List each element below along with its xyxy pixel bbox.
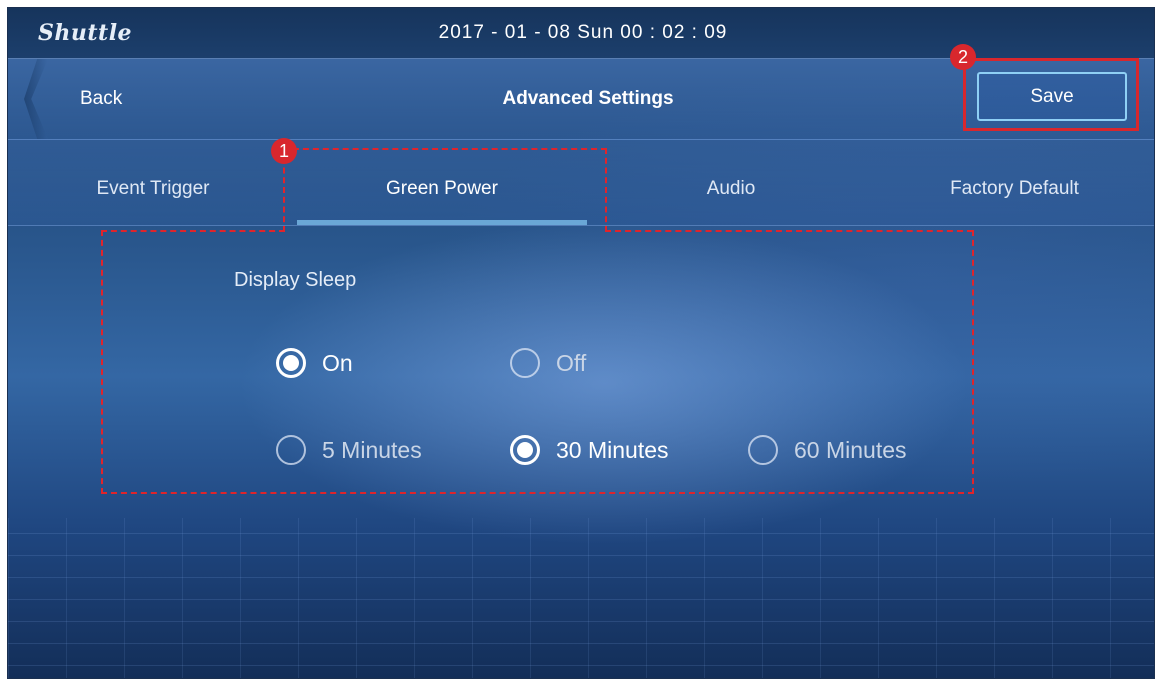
- background-grid: [8, 518, 1154, 678]
- annotation-tab-outline: [283, 148, 607, 232]
- tab-label: Audio: [706, 178, 756, 199]
- tab-label: Event Trigger: [96, 178, 210, 199]
- page-title: Advanced Settings: [502, 88, 674, 109]
- tab-event-trigger[interactable]: Event Trigger: [8, 139, 298, 225]
- back-button[interactable]: Back: [24, 59, 274, 139]
- tab-factory-default[interactable]: Factory Default: [875, 139, 1154, 225]
- tab-audio[interactable]: Audio: [586, 139, 876, 225]
- back-arrow-icon: [24, 59, 48, 139]
- tab-label: Factory Default: [950, 178, 1079, 199]
- callout-badge-1: 1: [271, 138, 297, 164]
- back-button-label: Back: [80, 88, 123, 109]
- annotation-save-outline: [963, 58, 1139, 131]
- callout-badge-2: 2: [950, 44, 976, 70]
- brand-logo: Shuttle: [38, 20, 133, 46]
- annotation-content-outline: [101, 230, 974, 494]
- datetime-display: 2017 - 01 - 08 Sun 00 : 02 : 09: [438, 22, 728, 43]
- status-bar: Shuttle 2017 - 01 - 08 Sun 00 : 02 : 09: [8, 8, 1154, 58]
